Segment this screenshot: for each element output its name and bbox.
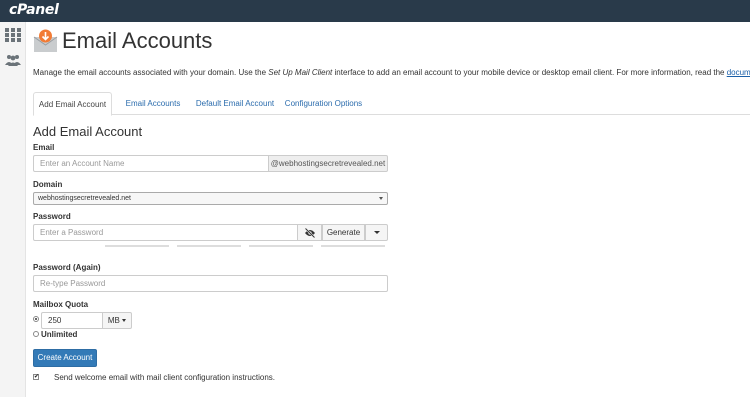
- tab-bar: Add Email Account Email Accounts Default…: [33, 92, 750, 116]
- quota-input[interactable]: 250: [41, 312, 103, 329]
- quota-unit-dropdown[interactable]: MB: [102, 312, 132, 329]
- cpanel-logo[interactable]: cPanel: [9, 2, 59, 18]
- password-again-label: Password (Again): [33, 263, 101, 272]
- documentation-link[interactable]: documentation: [727, 68, 750, 77]
- page-description: Manage the email accounts associated wit…: [33, 68, 750, 77]
- page-title: Email Accounts: [62, 28, 213, 53]
- caret-down-icon: [122, 319, 127, 323]
- users-icon[interactable]: [4, 53, 22, 71]
- tab-add-email-account[interactable]: Add Email Account: [33, 92, 112, 116]
- chevron-down-icon: [379, 197, 383, 200]
- welcome-email-label: Send welcome email with mail client conf…: [54, 373, 275, 382]
- create-account-button[interactable]: Create Account: [33, 349, 97, 367]
- generate-password-button[interactable]: Generate: [322, 224, 365, 241]
- email-label: Email: [33, 143, 55, 152]
- password-label: Password: [33, 212, 71, 221]
- tab-default-email-account[interactable]: Default Email Account: [189, 92, 281, 115]
- eye-slash-icon: [304, 227, 315, 239]
- email-domain-addon: @webhostingsecretrevealed.net: [268, 155, 388, 172]
- quota-limited-radio[interactable]: [33, 316, 39, 322]
- unlimited-label: Unlimited: [41, 330, 78, 339]
- toggle-visibility-button[interactable]: [297, 224, 322, 241]
- generate-options-button[interactable]: [365, 224, 388, 241]
- tab-email-accounts[interactable]: Email Accounts: [117, 92, 189, 115]
- mailbox-quota-label: Mailbox Quota: [33, 300, 89, 309]
- caret-down-icon: [373, 231, 380, 235]
- domain-label: Domain: [33, 180, 63, 189]
- welcome-email-checkbox[interactable]: ✔: [33, 374, 39, 380]
- sidebar: [0, 22, 26, 397]
- top-bar: cPanel: [0, 0, 750, 22]
- password-input[interactable]: Enter a Password: [33, 224, 298, 241]
- email-input[interactable]: Enter an Account Name: [33, 155, 269, 172]
- grid-icon[interactable]: [5, 28, 21, 42]
- main-content: Email Accounts Manage the email accounts…: [26, 22, 750, 397]
- section-title: Add Email Account: [33, 124, 143, 139]
- email-envelope-icon: [33, 29, 58, 58]
- domain-select[interactable]: webhostingsecretrevealed.net: [33, 192, 388, 205]
- tab-configuration-options[interactable]: Configuration Options: [281, 92, 366, 115]
- password-again-input[interactable]: Re-type Password: [33, 275, 388, 292]
- quota-unlimited-radio[interactable]: [33, 331, 39, 337]
